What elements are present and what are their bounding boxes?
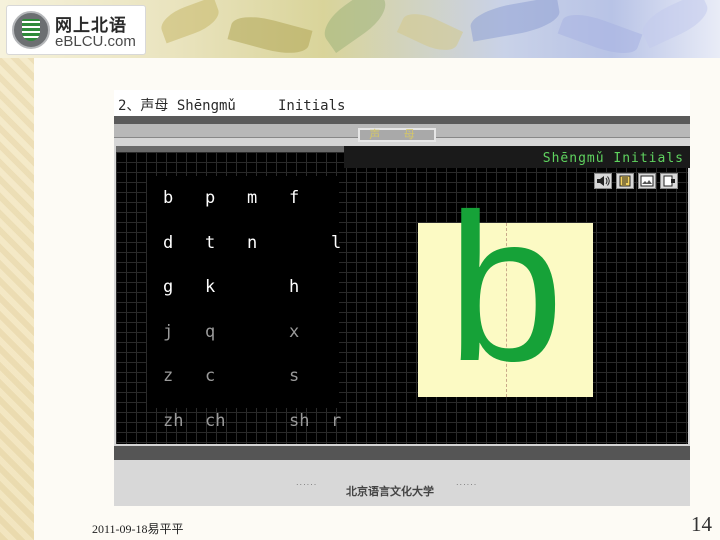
initial-d[interactable]: d xyxy=(163,233,205,263)
title-bar-divider xyxy=(114,116,690,124)
initial-q[interactable]: q xyxy=(205,322,247,352)
decorative-leaf xyxy=(557,7,643,58)
initial-m[interactable]: m xyxy=(247,188,289,218)
initial-empty xyxy=(331,277,373,307)
speaker-icon xyxy=(597,176,610,186)
initials-row: zh ch sh r xyxy=(163,411,373,441)
panel-header: Shēngmǔ Initials xyxy=(344,146,690,168)
initial-t[interactable]: t xyxy=(205,233,247,263)
initial-n[interactable]: n xyxy=(247,233,289,263)
footer-strip: ...... 北京语言文化大学 ...... xyxy=(114,460,690,506)
footer-organization: 北京语言文化大学 xyxy=(346,485,434,498)
book-button[interactable] xyxy=(616,173,634,189)
exit-icon xyxy=(663,175,675,187)
initial-z[interactable]: z xyxy=(163,366,205,396)
footer-right-dots: ...... xyxy=(456,478,478,487)
initial-r[interactable]: r xyxy=(331,411,373,441)
initial-sh[interactable]: sh xyxy=(289,411,331,441)
initial-p[interactable]: p xyxy=(205,188,247,218)
letter-display: b xyxy=(418,183,593,397)
initial-s[interactable]: s xyxy=(289,366,331,396)
initials-row: dtn l xyxy=(163,233,373,263)
university-emblem-icon xyxy=(12,11,50,49)
initial-empty xyxy=(331,188,373,218)
slide-page-number: 14 xyxy=(691,512,712,536)
initial-l[interactable]: l xyxy=(331,233,373,263)
footer-left-dots: ...... xyxy=(296,478,318,487)
tab-initials[interactable]: 声 母 xyxy=(358,128,436,142)
initial-ch[interactable]: ch xyxy=(205,411,247,441)
parchment-border xyxy=(0,58,34,540)
toolbar xyxy=(594,173,678,189)
logo-english-text: eBLCU.com xyxy=(55,33,136,50)
panel-title: Shēngmǔ Initials xyxy=(542,151,684,166)
image-icon xyxy=(640,175,654,187)
initial-k[interactable]: k xyxy=(205,277,247,307)
display-letter: b xyxy=(447,170,564,405)
decorative-leaf xyxy=(227,10,313,58)
speaker-button[interactable] xyxy=(594,173,612,189)
embedded-screenshot: 2、声母 Shēngmǔ Initials 声 母 Shēngmǔ Initia… xyxy=(114,90,690,506)
panel-bottom-bar xyxy=(114,446,690,460)
initial-x[interactable]: x xyxy=(289,322,331,352)
initials-row: jq x xyxy=(163,322,373,352)
initial-empty xyxy=(331,366,373,396)
initials-row: bpmf xyxy=(163,188,373,218)
initial-empty xyxy=(247,411,289,441)
exit-button[interactable] xyxy=(660,173,678,189)
initial-g[interactable]: g xyxy=(163,277,205,307)
initials-row: gk h xyxy=(163,277,373,307)
initial-empty xyxy=(247,366,289,396)
initial-empty xyxy=(331,322,373,352)
initials-chart: b p m f d t n l g k h j q x z c s zh ch sh r xyxy=(147,176,341,431)
initial-empty xyxy=(289,233,331,263)
image-button[interactable] xyxy=(638,173,656,189)
slide-date-author: 2011-09-18易平平 xyxy=(92,522,184,536)
initial-f[interactable]: f xyxy=(289,188,331,218)
initial-b[interactable]: b xyxy=(163,188,205,218)
decorative-leaf xyxy=(636,0,714,49)
initial-zh[interactable]: zh xyxy=(163,411,205,441)
lesson-title: 2、声母 Shēngmǔ Initials xyxy=(114,90,690,116)
decorative-leaf xyxy=(468,0,562,42)
initial-h[interactable]: h xyxy=(289,277,331,307)
initial-empty xyxy=(247,277,289,307)
header-banner: 网上北语 eBLCU.com xyxy=(0,0,720,58)
initials-row: zc s xyxy=(163,366,373,396)
initial-j[interactable]: j xyxy=(163,322,205,352)
decorative-leaf xyxy=(316,0,394,54)
initial-empty xyxy=(247,322,289,352)
initial-c[interactable]: c xyxy=(205,366,247,396)
site-logo[interactable]: 网上北语 eBLCU.com xyxy=(6,5,146,55)
decorative-leaf xyxy=(157,0,223,44)
decorative-leaf xyxy=(396,6,464,58)
book-icon xyxy=(619,175,631,187)
